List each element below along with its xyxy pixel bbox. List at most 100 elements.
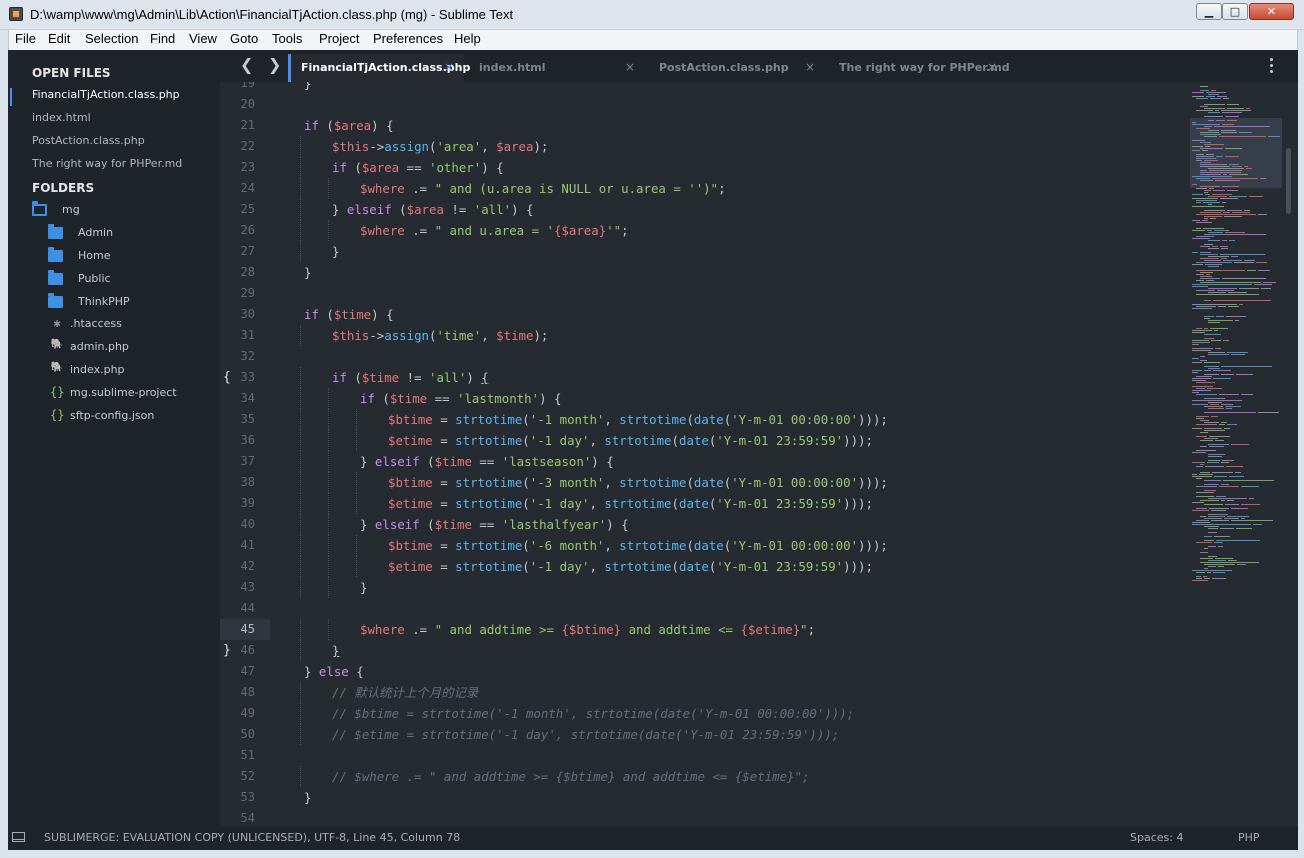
- minimap-line: [1200, 516, 1206, 517]
- code-line[interactable]: $etime = strtotime('-1 day', strtotime(d…: [388, 430, 873, 451]
- code-editor[interactable]: 19 20 21 22 23 24 25 26 27 28 29 30 31 32 33{34 35 36 37 3…: [220, 82, 1298, 826]
- minimap-line: [1204, 126, 1212, 127]
- minimap-line: [1231, 256, 1238, 257]
- code-line[interactable]: // $etime = strtotime('-1 day', strtotim…: [332, 724, 839, 745]
- code-line[interactable]: }: [304, 262, 311, 283]
- menu-selection[interactable]: Selection: [85, 31, 138, 46]
- minimap-line: [1225, 156, 1239, 157]
- menu-project[interactable]: Project: [319, 31, 359, 46]
- tab-back-icon[interactable]: ❮: [240, 55, 253, 74]
- code-line[interactable]: if ($time == 'lastmonth') {: [360, 388, 561, 409]
- code-line[interactable]: $where .= " and (u.area is NULL or u.are…: [360, 178, 726, 199]
- file-index-php[interactable]: 🐘 index.php: [50, 362, 210, 380]
- code-line[interactable]: // $where .= " and addtime >= {$btime} a…: [332, 766, 809, 787]
- minimap-line: [1260, 178, 1266, 179]
- folder-admin[interactable]: Admin: [48, 224, 208, 243]
- menu-file[interactable]: File: [15, 31, 36, 46]
- line-number: 43: [240, 580, 255, 594]
- close-window-button[interactable]: ✕: [1249, 3, 1294, 20]
- indent-guide: [356, 556, 357, 577]
- code-line[interactable]: $where .= " and addtime >= {$btime} and …: [360, 619, 815, 640]
- code-token: $time: [434, 454, 472, 469]
- file-admin-php[interactable]: 🐘 admin.php: [50, 339, 210, 357]
- code-line[interactable]: }: [304, 82, 311, 94]
- code-line[interactable]: }: [332, 241, 339, 262]
- folder-mg[interactable]: mg: [32, 201, 212, 220]
- tab-label: The right way for PHPer.md: [839, 61, 1010, 74]
- code-line[interactable]: if ($area) {: [304, 115, 394, 136]
- menu-edit[interactable]: Edit: [48, 31, 70, 46]
- menu-find[interactable]: Find: [150, 31, 175, 46]
- code-line[interactable]: $btime = strtotime('-3 month', strtotime…: [388, 472, 888, 493]
- file-mg-sublime-project[interactable]: {} mg.sublime-project: [50, 385, 210, 403]
- code-token: strtotime: [619, 475, 687, 490]
- maximize-button[interactable]: □: [1222, 3, 1248, 20]
- code-line[interactable]: $etime = strtotime('-1 day', strtotime(d…: [388, 556, 873, 577]
- code-line[interactable]: }: [360, 577, 367, 598]
- minimap-line: [1200, 172, 1241, 173]
- open-file-index-html[interactable]: index.html: [32, 111, 91, 124]
- code-line[interactable]: } elseif ($time == 'lastseason') {: [360, 451, 614, 472]
- code-line[interactable]: } elseif ($area != 'all') {: [332, 199, 533, 220]
- code-token: elseif: [374, 454, 420, 469]
- menu-view[interactable]: View: [189, 31, 217, 46]
- folder-thinkphp[interactable]: ThinkPHP: [48, 293, 208, 312]
- code-line[interactable]: $etime = strtotime('-1 day', strtotime(d…: [388, 493, 873, 514]
- minimap[interactable]: [1190, 82, 1282, 826]
- tab-close-icon[interactable]: ×: [805, 60, 815, 74]
- code-line[interactable]: $this->assign('time', $time);: [332, 325, 548, 346]
- tab-postaction[interactable]: PostAction.class.php ×: [649, 54, 825, 82]
- code-line[interactable]: // $btime = strtotime('-1 month', strtot…: [332, 703, 854, 724]
- menu-goto[interactable]: Goto: [230, 31, 258, 46]
- fold-marker-icon[interactable]: {: [223, 367, 231, 388]
- menu-preferences[interactable]: Preferences: [373, 31, 443, 46]
- folder-public[interactable]: Public: [48, 270, 208, 289]
- code-line[interactable]: $btime = strtotime('-1 month', strtotime…: [388, 409, 888, 430]
- code-line[interactable]: } elseif ($time == 'lasthalfyear') {: [360, 514, 629, 535]
- fold-marker-icon[interactable]: }: [223, 640, 231, 661]
- code-line[interactable]: if ($time != 'all') {: [332, 367, 489, 388]
- code-line[interactable]: }: [332, 640, 339, 661]
- code-line[interactable]: $this->assign('area', $area);: [332, 136, 548, 157]
- minimap-line: [1204, 300, 1211, 301]
- file-htaccess[interactable]: ✱ .htaccess: [50, 316, 210, 334]
- folder-home[interactable]: Home: [48, 247, 208, 266]
- code-line[interactable]: if ($time) {: [304, 304, 394, 325]
- scrollbar-thumb[interactable]: [1286, 148, 1291, 214]
- vertical-scrollbar[interactable]: [1286, 82, 1292, 826]
- code-line[interactable]: $where .= " and u.area = '{$area}'";: [360, 220, 629, 241]
- more-options-icon[interactable]: [1270, 58, 1274, 76]
- tab-close-icon[interactable]: ×: [444, 60, 454, 74]
- code-token: =: [432, 433, 456, 448]
- status-spaces[interactable]: Spaces: 4: [1130, 831, 1183, 844]
- tab-right-way-phper[interactable]: The right way for PHPer.md ×: [829, 54, 1010, 82]
- code-line[interactable]: if ($area == 'other') {: [332, 157, 504, 178]
- menu-help[interactable]: Help: [454, 31, 481, 46]
- status-syntax[interactable]: PHP: [1238, 831, 1260, 844]
- code-token: ) {: [371, 118, 394, 133]
- menu-tools[interactable]: Tools: [272, 31, 302, 46]
- open-file-postaction[interactable]: PostAction.class.php: [32, 134, 145, 147]
- code-line[interactable]: // 默认统计上个月的记录: [332, 682, 478, 703]
- open-file-financialtjaction[interactable]: FinancialTjAction.class.php: [32, 88, 180, 101]
- minimize-button[interactable]: ▁: [1196, 3, 1222, 20]
- code-token: 'Y-m-01 00:00:00': [731, 475, 859, 490]
- tab-index-html[interactable]: index.html ×: [469, 54, 645, 82]
- code-line[interactable]: $btime = strtotime('-6 month', strtotime…: [388, 535, 888, 556]
- code-token: )));: [858, 475, 888, 490]
- code-area[interactable]: } if ($area) {$this->assign('area', $area…: [276, 82, 1191, 826]
- open-file-right-way-phper[interactable]: The right way for PHPer.md: [32, 157, 182, 170]
- panel-toggle-icon[interactable]: [12, 832, 25, 842]
- tab-close-icon[interactable]: ×: [625, 60, 635, 74]
- code-line[interactable]: }: [304, 787, 311, 808]
- code-token: ) {: [591, 454, 614, 469]
- minimap-line: [1196, 156, 1214, 157]
- file-sftp-config[interactable]: {} sftp-config.json: [50, 408, 210, 426]
- code-line[interactable]: } else {: [304, 661, 364, 682]
- tab-close-icon[interactable]: ×: [987, 60, 997, 74]
- minimap-line: [1217, 96, 1227, 97]
- minimap-line: [1223, 212, 1230, 213]
- tab-financialtjaction[interactable]: FinancialTjAction.class.php ×: [288, 54, 470, 82]
- tab-forward-icon[interactable]: ❯: [268, 55, 281, 74]
- minimap-line: [1196, 394, 1217, 395]
